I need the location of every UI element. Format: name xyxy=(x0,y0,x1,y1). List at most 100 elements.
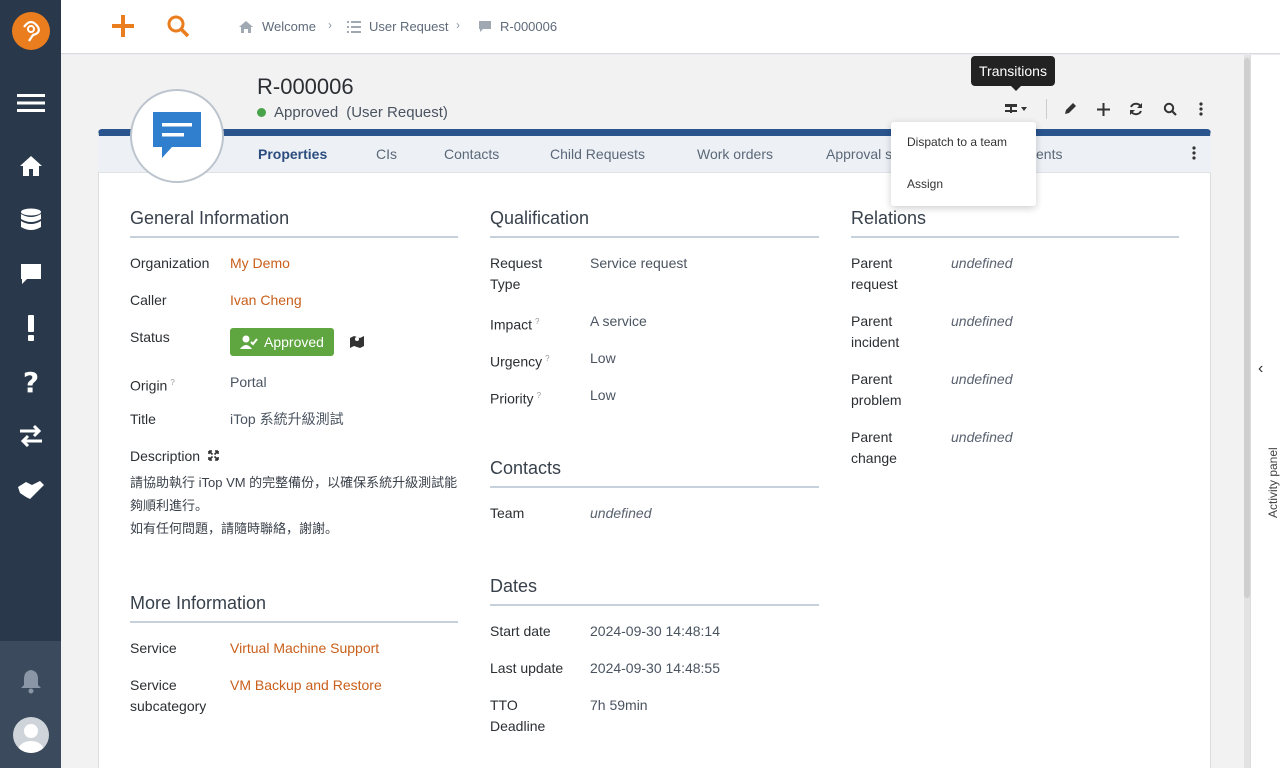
organization-link[interactable]: My Demo xyxy=(230,253,290,274)
tab-attachments[interactable]: ents xyxy=(1036,146,1062,162)
parent-problem-value: undefined xyxy=(951,371,1013,387)
organization-label: Organization xyxy=(130,255,210,271)
exclamation-icon[interactable] xyxy=(16,313,46,343)
breadcrumb-user-request[interactable]: User Request xyxy=(347,19,448,34)
add-button[interactable] xyxy=(1091,98,1115,120)
user-check-icon xyxy=(240,335,258,349)
parent-incident-label: Parent incident xyxy=(851,313,900,350)
breadcrumb-label: R-000006 xyxy=(500,19,558,34)
priority-label: Priority? xyxy=(490,390,542,407)
caller-label: Caller xyxy=(130,292,167,308)
tab-contacts[interactable]: Contacts xyxy=(444,146,499,162)
tab-properties[interactable]: Properties xyxy=(258,146,327,162)
section-divider xyxy=(490,236,819,238)
more-actions-icon[interactable] xyxy=(1189,98,1213,120)
dispatch-to-team-item[interactable]: Dispatch to a team xyxy=(907,135,1007,149)
relations-title: Relations xyxy=(851,208,927,228)
refresh-button[interactable] xyxy=(1124,98,1148,120)
object-class: (User Request) xyxy=(346,104,448,121)
section-divider xyxy=(490,604,819,606)
general-info-title: General Information xyxy=(130,208,290,228)
chat-icon[interactable] xyxy=(16,259,46,289)
qualification-title: Qualification xyxy=(490,208,590,228)
status-label: Status xyxy=(130,329,170,345)
description-label: Description xyxy=(130,446,219,467)
priority-value: Low xyxy=(590,387,616,403)
transitions-button[interactable] xyxy=(1002,98,1030,120)
section-divider xyxy=(851,236,1179,238)
request-icon xyxy=(479,21,491,32)
team-value: undefined xyxy=(590,505,652,521)
section-divider xyxy=(130,236,458,238)
title-label: Title xyxy=(130,411,156,427)
home-icon xyxy=(239,20,253,33)
team-label: Team xyxy=(490,505,525,521)
breadcrumb-r-000006[interactable]: R-000006 xyxy=(478,19,557,34)
urgency-label: Urgency? xyxy=(490,353,550,370)
question-icon[interactable]: ? xyxy=(16,366,46,399)
service-subcategory-label: Service subcategory xyxy=(130,677,207,714)
section-divider xyxy=(130,621,458,623)
tab-work-orders[interactable]: Work orders xyxy=(697,146,773,162)
tto-deadline-value: 7h 59min xyxy=(590,697,648,713)
origin-label: Origin? xyxy=(130,377,175,394)
section-divider xyxy=(490,486,819,488)
parent-problem-label: Parent problem xyxy=(851,371,902,408)
sidebar-bottom xyxy=(0,641,61,768)
status-dot xyxy=(257,108,266,117)
breadcrumb-welcome[interactable]: Welcome xyxy=(238,19,316,34)
tab-bar: Properties CIs Contacts Child Requests W… xyxy=(98,136,1211,173)
expand-icon[interactable] xyxy=(208,450,219,461)
search-button[interactable] xyxy=(163,11,193,41)
edit-button[interactable] xyxy=(1058,98,1082,120)
status-badge-label: Approved xyxy=(264,334,324,350)
service-label: Service xyxy=(130,640,177,656)
tab-cis[interactable]: CIs xyxy=(376,146,397,162)
description-line: 請協助執行 iTop VM 的完整備份，以確保系統升級測試能夠順利進行。 xyxy=(130,475,458,513)
handshake-icon[interactable] xyxy=(16,475,46,505)
activity-panel-toggle[interactable]: ‹ Activity panel xyxy=(1250,55,1280,768)
status-text: Approved xyxy=(274,104,339,121)
request-type-value: Service request xyxy=(590,255,688,271)
impact-value: A service xyxy=(590,313,647,329)
urgency-value: Low xyxy=(590,350,616,366)
object-title: R-000006 xyxy=(257,74,354,99)
list-icon xyxy=(347,20,361,33)
title-value: iTop 系統升級測試 xyxy=(230,411,344,427)
bell-icon[interactable] xyxy=(16,666,46,696)
transitions-dropdown: Dispatch to a team Assign xyxy=(891,122,1036,206)
database-icon[interactable] xyxy=(16,205,46,235)
object-status: Approved (User Request) xyxy=(257,104,448,121)
home-icon[interactable] xyxy=(16,151,46,181)
origin-value: Portal xyxy=(230,374,267,390)
menu-icon[interactable] xyxy=(16,88,46,118)
service-link[interactable]: Virtual Machine Support xyxy=(230,638,379,659)
parent-request-value: undefined xyxy=(951,255,1013,271)
chevron-right-icon: › xyxy=(456,18,460,32)
tab-approvals[interactable]: Approval s xyxy=(826,146,892,162)
tto-deadline-label: TTO Deadline xyxy=(490,697,546,734)
lifecycle-map-icon[interactable] xyxy=(349,333,365,354)
caller-link[interactable]: Ivan Cheng xyxy=(230,290,302,311)
status-badge: Approved xyxy=(230,328,334,356)
assign-item[interactable]: Assign xyxy=(907,177,943,191)
user-avatar[interactable] xyxy=(13,717,49,753)
search-icon[interactable] xyxy=(1158,98,1182,120)
activity-panel-label[interactable]: Activity panel xyxy=(1266,447,1280,518)
parent-change-value: undefined xyxy=(951,429,1013,445)
more-info-title: More Information xyxy=(130,593,267,613)
tabs-more-icon[interactable] xyxy=(1192,146,1196,163)
request-type-label: Request Type xyxy=(490,255,543,292)
dates-title: Dates xyxy=(490,576,538,596)
description-line: 如有任何問題，請隨時聯絡，謝謝。 xyxy=(130,521,339,536)
start-date-label: Start date xyxy=(490,623,551,639)
parent-change-label: Parent change xyxy=(851,429,897,466)
transfer-icon[interactable] xyxy=(16,421,46,451)
breadcrumb-label: User Request xyxy=(369,19,449,34)
service-subcategory-link[interactable]: VM Backup and Restore xyxy=(230,675,382,696)
tab-child-requests[interactable]: Child Requests xyxy=(550,146,645,162)
parent-incident-value: undefined xyxy=(951,313,1013,329)
itop-logo[interactable] xyxy=(12,12,50,50)
chevron-left-icon[interactable]: ‹ xyxy=(1258,360,1263,378)
new-object-button[interactable] xyxy=(108,11,138,41)
